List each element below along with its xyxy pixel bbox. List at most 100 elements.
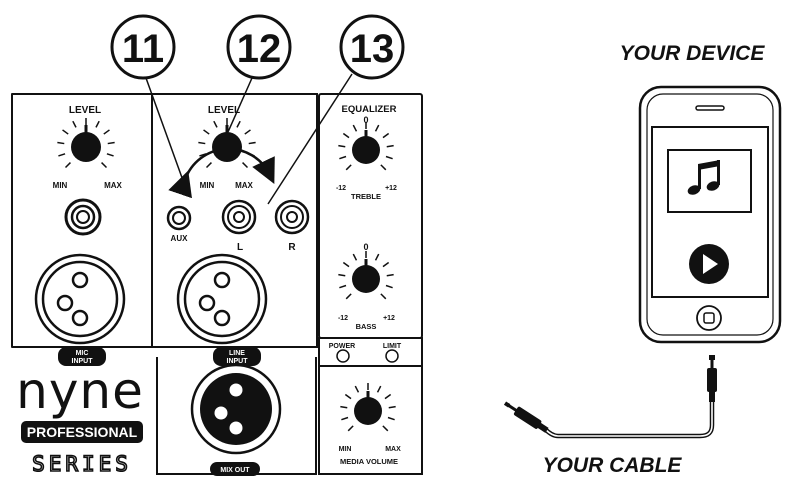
brand-name: nyne xyxy=(16,362,144,420)
knob-tick xyxy=(347,425,354,432)
svg-text:12: 12 xyxy=(237,27,282,71)
play-icon[interactable] xyxy=(689,244,729,284)
power-led xyxy=(336,349,350,363)
knob-tick xyxy=(384,393,392,400)
knob-tick xyxy=(95,120,100,128)
media-volume-label: MEDIA VOLUME xyxy=(340,457,398,466)
mic-section: LEVEL MIN MAX MIC INPUT xyxy=(11,93,153,366)
line-level-label: LEVEL xyxy=(208,105,240,116)
mic-xlr-jack[interactable] xyxy=(34,253,126,345)
knob-tick xyxy=(103,129,110,135)
audio-cable xyxy=(503,355,717,439)
knob-tick xyxy=(374,253,380,261)
cable-caption: YOUR CABLE xyxy=(543,454,683,477)
knob-tick xyxy=(107,141,115,145)
bass-zero-label: 0 xyxy=(363,242,368,252)
brand-series: SERIES xyxy=(32,452,132,476)
knob-tick xyxy=(340,405,348,409)
device-caption: YOUR DEVICE xyxy=(620,42,766,65)
svg-text:MIX OUT: MIX OUT xyxy=(220,467,250,474)
svg-text:LINE: LINE xyxy=(229,350,245,357)
line-max-label: MAX xyxy=(235,181,253,190)
knob-tick xyxy=(242,162,249,169)
rca-left-jack[interactable] xyxy=(221,199,257,235)
mic-min-label: MIN xyxy=(53,181,68,190)
indicator-section: POWER LIMIT xyxy=(318,337,423,367)
knob-tick xyxy=(344,393,352,400)
knob-tick xyxy=(380,293,387,300)
mic-level-label: LEVEL xyxy=(69,105,101,116)
knob-tick xyxy=(382,132,390,139)
mic-level-knob[interactable] xyxy=(57,118,115,169)
smartphone xyxy=(638,85,782,344)
knob-tick xyxy=(345,164,352,171)
bass-neg-label: -12 xyxy=(338,315,348,322)
aux-label: AUX xyxy=(171,234,189,243)
svg-text:MIC: MIC xyxy=(76,350,89,357)
mix-out-tag: MIX OUT xyxy=(210,462,260,476)
bass-pos-label: +12 xyxy=(383,315,395,322)
knob-tick xyxy=(341,416,349,421)
knob-tick xyxy=(386,273,394,277)
mix-out-xlr-jack[interactable] xyxy=(190,363,282,455)
mixer-connection-diagram: 11 12 13 LEVEL MIN MAX MIC INPUT LEVEL M… xyxy=(11,14,782,477)
knob-tick xyxy=(352,253,358,261)
knob-tick xyxy=(205,162,212,169)
knob-tick xyxy=(388,405,396,409)
brand-logo: nyne PROFESSIONAL SERIES xyxy=(16,362,144,477)
media-volume-knob[interactable] xyxy=(340,383,396,432)
aux-jack[interactable] xyxy=(166,205,192,231)
knob-tick xyxy=(64,162,71,169)
knob-tick xyxy=(244,129,251,135)
bass-label: BASS xyxy=(356,322,377,331)
line-min-label: MIN xyxy=(200,181,215,190)
knob-tick xyxy=(386,144,394,148)
knob-tick xyxy=(387,416,395,421)
treble-knob[interactable] xyxy=(338,122,394,171)
knob-tick xyxy=(339,284,347,289)
knob-tick xyxy=(342,132,350,139)
line-level-knob[interactable] xyxy=(198,118,256,169)
treble-label: TREBLE xyxy=(351,192,381,201)
svg-text:13: 13 xyxy=(350,27,395,71)
knob-tick xyxy=(352,124,358,132)
bass-knob[interactable] xyxy=(338,251,394,300)
knob-tick xyxy=(345,293,352,300)
limit-label: LIMIT xyxy=(383,343,402,350)
rca-right-jack[interactable] xyxy=(274,199,310,235)
knob-tick xyxy=(213,120,218,128)
line-input-tag: LINE INPUT xyxy=(213,347,261,366)
line-xlr-jack[interactable] xyxy=(176,253,268,345)
mic-max-label: MAX xyxy=(104,181,122,190)
line-section: LEVEL MIN MAX AUX L R LINE INPUT xyxy=(152,93,318,366)
knob-tick xyxy=(380,164,387,171)
mix-out-section: MIX OUT xyxy=(156,357,317,476)
callout-12: 12 xyxy=(226,14,292,80)
media-volume-section: MIN MAX MEDIA VOLUME xyxy=(318,366,423,475)
knob-tick xyxy=(248,141,256,145)
knob-tick xyxy=(382,425,389,432)
knob-tick xyxy=(236,120,241,128)
knob-tick xyxy=(247,153,255,157)
callout-11: 11 xyxy=(110,14,176,80)
mic-quarter-inch-jack[interactable] xyxy=(64,198,102,236)
knob-tick xyxy=(72,120,77,128)
knob-tick xyxy=(106,153,114,157)
knob-tick xyxy=(374,124,380,132)
knob-tick xyxy=(203,129,210,135)
rca-right-label: R xyxy=(288,242,296,253)
knob-tick xyxy=(382,261,390,268)
rca-left-label: L xyxy=(237,242,243,253)
power-label: POWER xyxy=(329,343,355,350)
knob-tick xyxy=(62,129,69,135)
knob-tick xyxy=(339,155,347,160)
knob-tick xyxy=(57,141,65,145)
knob-tick xyxy=(342,261,350,268)
knob-tick xyxy=(354,385,360,393)
knob-tick xyxy=(385,155,393,160)
brand-tier: PROFESSIONAL xyxy=(27,424,138,440)
knob-tick xyxy=(58,153,66,157)
callout-13: 13 xyxy=(339,14,405,80)
knob-tick xyxy=(101,162,108,169)
limit-led xyxy=(385,349,399,363)
